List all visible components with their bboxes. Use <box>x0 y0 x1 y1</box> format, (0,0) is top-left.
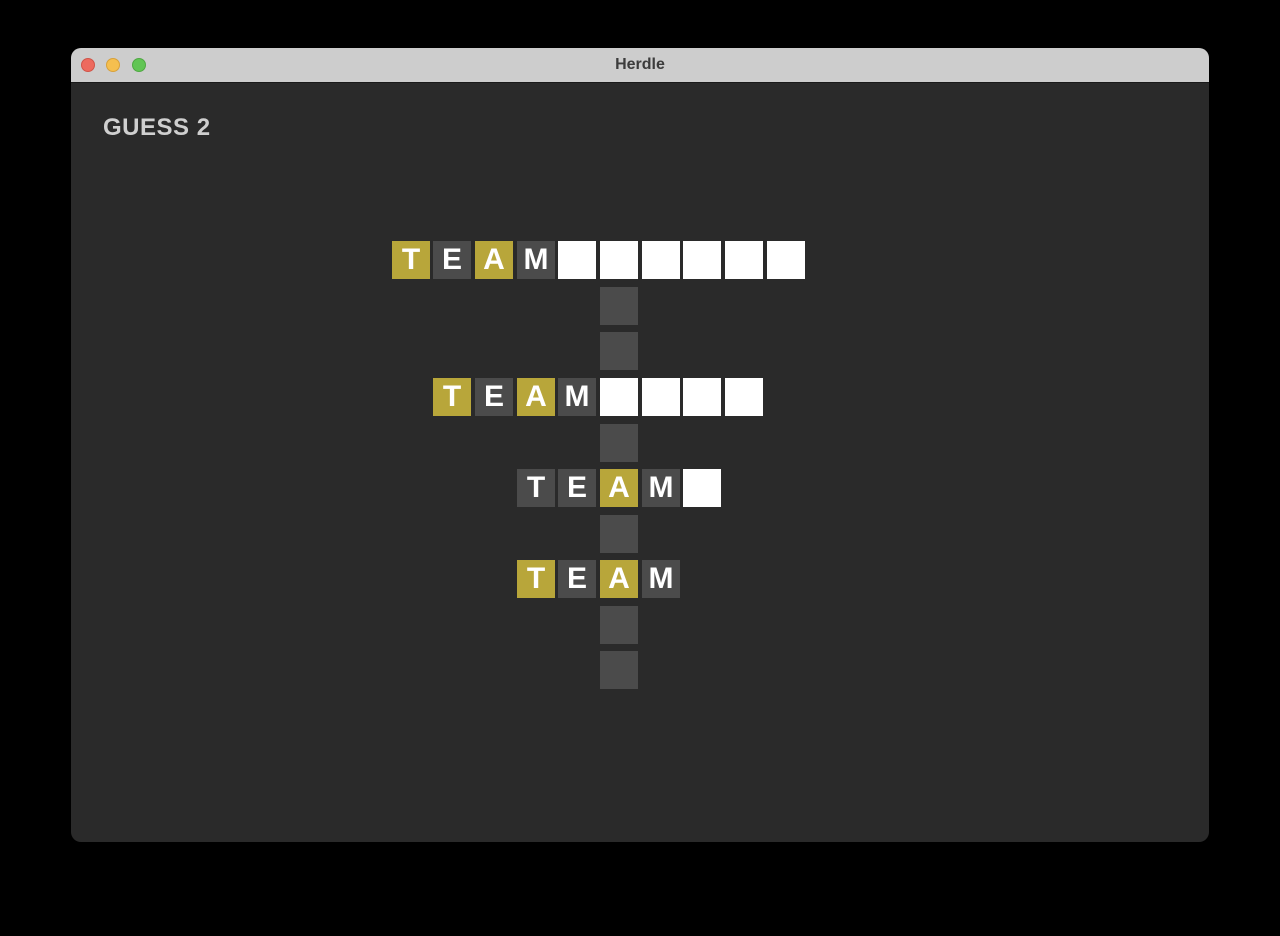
tile-row3-col2: E <box>558 469 596 507</box>
tile-row2-col8 <box>725 378 763 416</box>
tile-row2-col2: E <box>475 378 513 416</box>
tile-row1-col5 <box>558 241 596 279</box>
tile-row3-col4: M <box>642 469 680 507</box>
tile-row1-col7 <box>642 241 680 279</box>
connector-tile-4 <box>600 515 638 553</box>
tile-row1-col9 <box>725 241 763 279</box>
app-window: Herdle GUESS 2 TEAMTEAMTEAMTEAM <box>71 48 1209 842</box>
game-board: TEAMTEAMTEAMTEAM <box>71 48 1209 842</box>
tile-row1-col8 <box>683 241 721 279</box>
tile-row3-col5 <box>683 469 721 507</box>
tile-row1-col1: T <box>392 241 430 279</box>
tile-row2-col4: M <box>558 378 596 416</box>
tile-row1-col2: E <box>433 241 471 279</box>
connector-tile-2 <box>600 332 638 370</box>
tile-row4-col2: E <box>558 560 596 598</box>
tile-row1-col3: A <box>475 241 513 279</box>
tile-row3-col1: T <box>517 469 555 507</box>
tile-row4-col4: M <box>642 560 680 598</box>
tile-row2-col5 <box>600 378 638 416</box>
tile-row2-col3: A <box>517 378 555 416</box>
tile-row4-col3: A <box>600 560 638 598</box>
connector-tile-1 <box>600 287 638 325</box>
tile-row4-col1: T <box>517 560 555 598</box>
connector-tile-3 <box>600 424 638 462</box>
tile-row1-col6 <box>600 241 638 279</box>
tile-row2-col7 <box>683 378 721 416</box>
connector-tile-5 <box>600 606 638 644</box>
connector-tile-6 <box>600 651 638 689</box>
tile-row1-col4: M <box>517 241 555 279</box>
tile-row2-col1: T <box>433 378 471 416</box>
tile-row2-col6 <box>642 378 680 416</box>
tile-row3-col3: A <box>600 469 638 507</box>
tile-row1-col10 <box>767 241 805 279</box>
